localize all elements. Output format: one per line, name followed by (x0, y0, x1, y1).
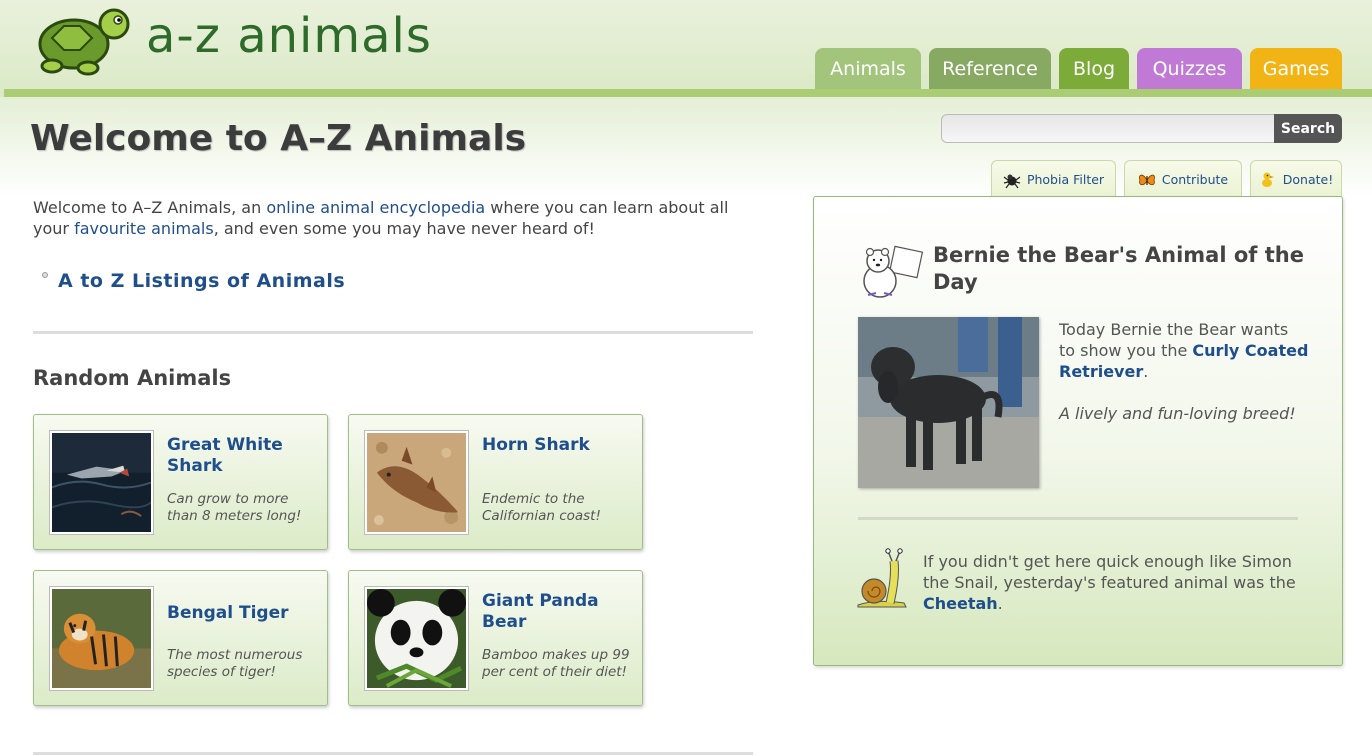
animal-of-the-day-title: Bernie the Bear's Animal of the Day (933, 243, 1304, 294)
header-divider (4, 89, 1372, 97)
butterfly-icon (1138, 174, 1155, 185)
nav-tab-quizzes[interactable]: Quizzes (1137, 48, 1242, 89)
az-listings-link[interactable]: A to Z Listings of Animals (58, 270, 345, 292)
card-description: Can grow to more than 8 meters long! (167, 491, 302, 524)
horn-shark-image[interactable] (364, 430, 469, 535)
yesterday-animal-link[interactable]: Cheetah (923, 594, 998, 613)
intro-text-3: , and even some you may have never heard… (213, 219, 595, 238)
intro-paragraph: Welcome to A–Z Animals, an online animal… (33, 197, 763, 239)
donate-tab[interactable]: Donate! (1250, 160, 1342, 198)
nav-tab-games[interactable]: Games (1250, 48, 1342, 89)
animal-of-the-day-text: Today Bernie the Bear wants to show you … (1059, 319, 1309, 382)
favourite-animals-link[interactable]: favourite animals (74, 219, 214, 238)
simon-snail-icon (857, 548, 907, 608)
intro-text-1: Welcome to A–Z Animals, an (33, 198, 267, 217)
phobia-filter-tab[interactable]: Phobia Filter (991, 160, 1116, 198)
nav-tab-blog[interactable]: Blog (1059, 48, 1129, 89)
card-description: Endemic to the Californian coast! (482, 491, 601, 524)
aotd-text-end: . (1143, 362, 1149, 381)
great-white-shark-image[interactable] (49, 430, 154, 535)
contribute-label: Contribute (1161, 172, 1229, 187)
card-name[interactable]: Bengal Tiger (167, 603, 317, 624)
card-name[interactable]: Giant Panda Bear (482, 591, 632, 633)
donate-label: Donate! (1282, 172, 1334, 187)
duck-icon (1261, 172, 1274, 187)
bengal-tiger-image[interactable] (49, 586, 154, 691)
search-button[interactable]: Search (1274, 114, 1342, 143)
yesterday-text-intro: If you didn't get here quick enough like… (923, 552, 1296, 592)
bullet-icon (42, 272, 48, 278)
random-animals-heading: Random Animals (33, 366, 232, 390)
nav-tab-animals[interactable]: Animals (815, 48, 921, 89)
animal-card-great-white-shark[interactable]: Great White Shark Can grow to more than … (33, 414, 328, 550)
animal-card-giant-panda-bear[interactable]: Giant Panda Bear Bamboo makes up 99 per … (348, 570, 643, 706)
bernie-bear-icon (863, 245, 924, 298)
page-title: Welcome to A–Z Animals (30, 118, 527, 159)
search-input[interactable] (941, 114, 1275, 143)
yesterday-featured-text: If you didn't get here quick enough like… (923, 551, 1303, 614)
card-name[interactable]: Great White Shark (167, 435, 317, 477)
card-description: Bamboo makes up 99 per cent of their die… (482, 647, 630, 680)
nav-tab-reference[interactable]: Reference (929, 48, 1051, 89)
phobia-filter-label: Phobia Filter (1026, 172, 1105, 187)
encyclopedia-link[interactable]: online animal encyclopedia (266, 198, 485, 217)
giant-panda-image[interactable] (364, 586, 469, 691)
curly-coated-retriever-photo[interactable] (858, 317, 1039, 488)
spider-icon (1003, 174, 1021, 188)
turtle-logo-icon[interactable] (32, 4, 130, 76)
site-title[interactable]: a-z animals (146, 8, 432, 64)
panel-divider (858, 517, 1298, 520)
section-divider (33, 752, 753, 755)
animal-card-bengal-tiger[interactable]: Bengal Tiger The most numerous species o… (33, 570, 328, 706)
card-description: The most numerous species of tiger! (167, 647, 303, 680)
contribute-tab[interactable]: Contribute (1124, 160, 1242, 198)
card-name[interactable]: Horn Shark (482, 435, 632, 456)
animal-of-the-day-tagline: A lively and fun-loving breed! (1059, 404, 1296, 423)
section-divider (33, 331, 753, 334)
animal-card-horn-shark[interactable]: Horn Shark Endemic to the Californian co… (348, 414, 643, 550)
yesterday-text-end: . (997, 594, 1003, 613)
